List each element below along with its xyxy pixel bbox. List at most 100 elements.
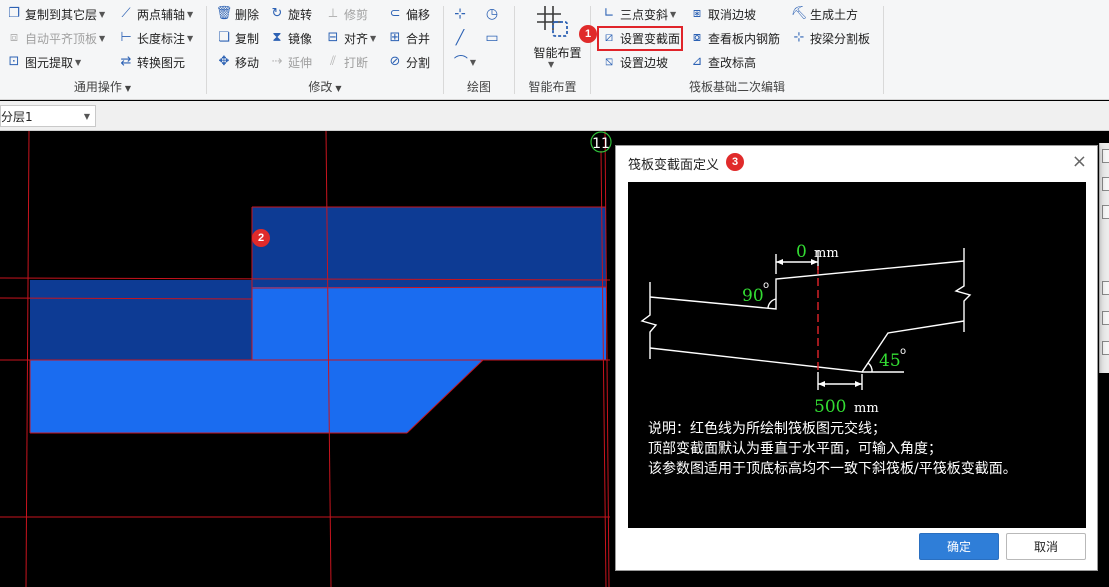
mirror-icon: ⧗ xyxy=(272,30,282,45)
set-edge-slope-button[interactable]: ⧅ 设置边坡 xyxy=(601,52,668,72)
step-badge-1: 1 xyxy=(579,25,597,43)
edge-slope-icon: ⧅ xyxy=(604,54,614,69)
copy-icon: ❏ xyxy=(218,30,230,45)
align-button[interactable]: ⊟ 对齐 ▼ xyxy=(325,28,377,48)
delete-label: 删除 xyxy=(235,7,260,22)
three-point-slope-button[interactable]: ∟ 三点变斜 ▼ xyxy=(601,4,677,24)
draw-arc-button[interactable]: ⌒ ▼ xyxy=(450,52,480,72)
variable-section-dialog: 筏板变截面定义 3 × 0 mm 90 o 45 o 500 mm 说明：红色线… xyxy=(615,145,1098,571)
generate-earthwork-button[interactable]: ⛏ 生成土方 xyxy=(791,4,858,24)
raft-slab-dark-upper[interactable] xyxy=(252,207,606,287)
view-plate-rebar-button[interactable]: ⧇ 查看板内钢筋 xyxy=(689,28,780,48)
smart-layout-button[interactable]: 智能布置 ▼ xyxy=(515,2,590,74)
top-angle-value: 90 xyxy=(742,286,764,306)
dropdown-arrow-icon: ▼ xyxy=(99,9,106,19)
close-icon[interactable]: × xyxy=(1072,151,1087,172)
convert-icon: ⇄ xyxy=(120,54,132,69)
diagram-note-1: 说明：红色线为所绘制筏板图元交线； xyxy=(648,421,886,437)
side-tool-strip xyxy=(1099,143,1109,373)
copy-to-layer-button[interactable]: ❐ 复制到其它层 ▼ xyxy=(6,4,105,24)
group-label-smart-layout: 智能布置 xyxy=(528,80,577,94)
two-point-axis-icon: ⟋ xyxy=(121,6,131,21)
raft-slab-light-lower[interactable] xyxy=(30,360,483,433)
smart-layout-button-label: 智能布置 xyxy=(533,46,582,60)
merge-button[interactable]: ⊞ 合并 xyxy=(387,28,430,48)
cancel-slope-icon: ⧆ xyxy=(692,6,702,21)
group-smart-layout: 智能布置 ▼ 智能布置 xyxy=(515,0,590,100)
offset-label: 偏移 xyxy=(406,7,431,22)
dropdown-arrow-icon: ▼ xyxy=(187,9,194,19)
extract-element-label: 图元提取 xyxy=(25,55,74,70)
highlight-set-variable-section xyxy=(597,26,683,51)
layer-select[interactable]: 分层1 ▼ xyxy=(0,105,96,127)
draw-circle-button[interactable]: ◷ xyxy=(482,4,502,24)
group-label-general[interactable]: 通用操作 ▼ xyxy=(0,78,205,94)
side-tool-icon[interactable] xyxy=(1102,177,1109,191)
raft-slab-light-right[interactable] xyxy=(252,287,606,360)
delete-button[interactable]: 🗑 删除 xyxy=(216,4,259,24)
align-top-icon: ⧈ xyxy=(9,30,19,45)
extract-element-button[interactable]: ⊡ 图元提取 ▼ xyxy=(6,52,82,72)
align-label: 对齐 xyxy=(344,31,369,46)
auto-align-top-button[interactable]: ⧈ 自动平齐顶板 ▼ xyxy=(6,28,105,48)
trim-icon: ⟂ xyxy=(328,6,338,21)
convert-element-button[interactable]: ⇄ 转换图元 xyxy=(118,52,185,72)
split-by-beam-button[interactable]: ⊹ 按梁分割板 xyxy=(791,28,870,48)
cancel-edge-slope-button[interactable]: ⧆ 取消边坡 xyxy=(689,4,756,24)
diagram-note-2: 顶部变截面默认为垂直于水平面，可输入角度； xyxy=(648,441,942,457)
mirror-button[interactable]: ⧗ 镜像 xyxy=(269,28,312,48)
side-tool-icon[interactable] xyxy=(1102,311,1109,325)
side-tool-icon[interactable] xyxy=(1102,149,1109,163)
side-tool-icon[interactable] xyxy=(1102,281,1109,295)
break-button[interactable]: ⫽ 打断 xyxy=(325,52,368,72)
offset-button[interactable]: ⊂ 偏移 xyxy=(387,4,430,24)
step-badge-3: 3 xyxy=(726,153,744,171)
change-elevation-label: 查改标高 xyxy=(708,55,757,70)
move-label: 移动 xyxy=(235,55,260,70)
split-button[interactable]: ⊘ 分割 xyxy=(387,52,430,72)
group-modify: 🗑 删除 ↻ 旋转 ⟂ 修剪 ⊂ 偏移 ❏ 复制 ⧗ 镜像 ⊟ 对齐 ▼ ⊞ 合… xyxy=(207,0,443,100)
ok-button[interactable]: 确定 xyxy=(919,533,999,560)
set-edge-slope-label: 设置边坡 xyxy=(620,55,669,70)
two-point-axis-button[interactable]: ⟋ 两点辅轴 ▼ xyxy=(118,4,193,24)
auto-align-top-label: 自动平齐顶板 xyxy=(25,31,98,46)
split-label: 分割 xyxy=(406,55,431,70)
move-icon: ✥ xyxy=(218,54,230,69)
group-separator xyxy=(883,6,884,94)
trim-label: 修剪 xyxy=(344,7,369,22)
line-icon: ╱ xyxy=(455,30,465,46)
copy-layer-icon: ❐ xyxy=(8,6,20,21)
bottom-dimension-unit: mm xyxy=(854,401,879,416)
ribbon-toolbar: ❐ 复制到其它层 ▼ ⧈ 自动平齐顶板 ▼ ⊡ 图元提取 ▼ ⟋ 两点辅轴 ▼ … xyxy=(0,0,1109,100)
rotate-icon: ↻ xyxy=(271,6,283,21)
degree-mark: o xyxy=(900,346,906,357)
elevation-icon: ⊿ xyxy=(691,54,703,69)
move-button[interactable]: ✥ 移动 xyxy=(216,52,259,72)
smart-layout-grid-icon xyxy=(537,6,568,37)
cancel-button[interactable]: 取消 xyxy=(1006,533,1086,560)
draw-rectangle-button[interactable]: ▭ xyxy=(482,28,502,48)
raft-slab-dark-left[interactable] xyxy=(30,280,252,360)
rotate-button[interactable]: ↻ 旋转 xyxy=(269,4,312,24)
trash-icon: 🗑 xyxy=(215,6,233,21)
side-tool-icon[interactable] xyxy=(1102,205,1109,219)
trim-button[interactable]: ⟂ 修剪 xyxy=(325,4,368,24)
length-annotation-label: 长度标注 xyxy=(137,31,186,46)
align-icon: ⊟ xyxy=(327,30,339,45)
arc-icon: ⌒ xyxy=(453,55,468,71)
draw-line-button[interactable]: ╱ xyxy=(450,28,470,48)
change-elevation-button[interactable]: ⊿ 查改标高 xyxy=(689,52,756,72)
top-dimension-unit: mm xyxy=(814,246,839,261)
earthwork-icon: ⛏ xyxy=(790,6,808,21)
convert-element-label: 转换图元 xyxy=(137,55,186,70)
extend-icon: ⇢ xyxy=(271,54,283,69)
group-label-modify[interactable]: 修改 ▼ xyxy=(207,78,443,94)
draw-point-button[interactable]: ⊹ xyxy=(450,4,470,24)
section-diagram: 0 mm 90 o 45 o 500 mm 说明：红色线为所绘制筏板图元交线； … xyxy=(628,182,1086,528)
diagram-note-3: 该参数图适用于顶底标高均不一致下斜筏板/平筏板变截面。 xyxy=(648,461,1017,477)
side-tool-icon[interactable] xyxy=(1102,341,1109,355)
length-annotation-button[interactable]: ⊢ 长度标注 ▼ xyxy=(118,28,193,48)
extend-button[interactable]: ⇢ 延伸 xyxy=(269,52,312,72)
dropdown-arrow-icon: ▼ xyxy=(469,57,477,67)
copy-button[interactable]: ❏ 复制 xyxy=(216,28,259,48)
